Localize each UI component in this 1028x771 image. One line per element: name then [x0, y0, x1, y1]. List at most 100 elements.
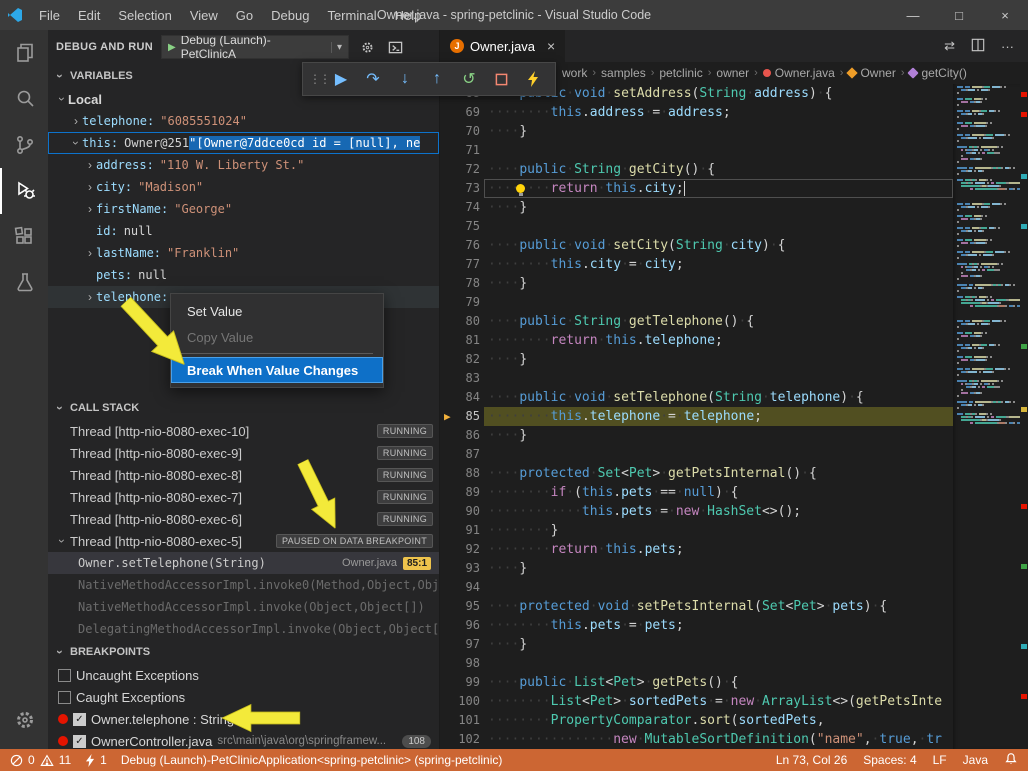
- menu-selection[interactable]: Selection: [109, 0, 180, 30]
- code-line-84[interactable]: 84····public·void·setTelephone(String·te…: [440, 388, 953, 407]
- code-line-85[interactable]: 85▶········this.telephone·=·telephone;: [440, 407, 953, 426]
- code-line-97[interactable]: 97····}: [440, 635, 953, 654]
- menu-item-set-value[interactable]: Set Value: [171, 298, 383, 324]
- maximize-button[interactable]: □: [936, 0, 982, 30]
- continue-button[interactable]: ▶: [327, 65, 355, 93]
- debug-console-panel-icon[interactable]: [385, 37, 405, 57]
- code-line-69[interactable]: 69········this.address·=·address;: [440, 103, 953, 122]
- debug-session-status[interactable]: Debug (Launch)-PetClinicApplication<spri…: [121, 753, 503, 767]
- debug-settings-gear-icon[interactable]: [357, 37, 377, 57]
- breadcrumb-item-owner[interactable]: Owner: [848, 66, 895, 80]
- code-line-78[interactable]: 78····}: [440, 274, 953, 293]
- variable-row-pets[interactable]: pets:null: [48, 264, 439, 286]
- start-debug-icon[interactable]: ▶: [168, 42, 176, 53]
- code-line-95[interactable]: 95····protected·void·setPetsInternal(Set…: [440, 597, 953, 616]
- code-line-93[interactable]: 93····}: [440, 559, 953, 578]
- variable-row-city[interactable]: ›city:"Madison": [48, 176, 439, 198]
- code-line-100[interactable]: 100········List<Pet>·sortedPets·=·new·Ar…: [440, 692, 953, 711]
- stack-frame[interactable]: NativeMethodAccessorImpl.invoke(Object,O…: [48, 596, 439, 618]
- code-line-79[interactable]: 79: [440, 293, 953, 312]
- menu-terminal[interactable]: Terminal: [318, 0, 385, 30]
- code-line-101[interactable]: 101········PropertyComparator.sort(sorte…: [440, 711, 953, 730]
- close-tab-icon[interactable]: ×: [547, 38, 555, 54]
- breadcrumb-item-ownerjava[interactable]: Owner.java: [763, 66, 835, 80]
- menu-edit[interactable]: Edit: [69, 0, 109, 30]
- breadcrumb-item-petclinic[interactable]: petclinic: [659, 66, 702, 80]
- code-line-86[interactable]: 86····}: [440, 426, 953, 445]
- code-line-90[interactable]: 90············this.pets·=·new·HashSet<>(…: [440, 502, 953, 521]
- code-line-96[interactable]: 96········this.pets·=·pets;: [440, 616, 953, 635]
- status-extra-indicator[interactable]: 1: [85, 753, 107, 767]
- breakpoint-row[interactable]: Caught Exceptions: [48, 686, 439, 708]
- call-stack-thread[interactable]: ›Thread [http-nio-8080-exec-5]PAUSED ON …: [48, 530, 439, 552]
- breadcrumb-item-owner[interactable]: owner: [716, 66, 749, 80]
- variable-row-address[interactable]: ›address:"110 W. Liberty St.": [48, 154, 439, 176]
- code-line-82[interactable]: 82····}: [440, 350, 953, 369]
- breakpoints-section-header[interactable]: › BREAKPOINTS: [48, 642, 439, 662]
- stack-frame[interactable]: NativeMethodAccessorImpl.invoke0(Method,…: [48, 574, 439, 596]
- breakpoint-checkbox[interactable]: ✓: [73, 735, 86, 748]
- code-line-75[interactable]: 75: [440, 217, 953, 236]
- breakpoint-checkbox[interactable]: ✓: [73, 713, 86, 726]
- lightbulb-icon[interactable]: [516, 184, 525, 193]
- source-control-icon[interactable]: [0, 122, 48, 168]
- breakpoint-row[interactable]: Uncaught Exceptions: [48, 664, 439, 686]
- tab-owner-java[interactable]: J Owner.java ×: [440, 30, 566, 62]
- close-button[interactable]: ×: [982, 0, 1028, 30]
- code-line-71[interactable]: 71: [440, 141, 953, 160]
- status-eol[interactable]: LF: [933, 753, 947, 767]
- hot-code-replace-icon[interactable]: [519, 65, 547, 93]
- breadcrumb-item-work[interactable]: work: [562, 66, 587, 80]
- step-out-button[interactable]: ↑: [423, 65, 451, 93]
- code-line-98[interactable]: 98: [440, 654, 953, 673]
- restart-button[interactable]: ↺: [455, 65, 483, 93]
- variable-row-this[interactable]: ›this:Owner@251 "[Owner@7ddce0cd id = [n…: [48, 132, 439, 154]
- status-cursor-position[interactable]: Ln 73, Col 26: [776, 753, 847, 767]
- call-stack-thread[interactable]: ›Thread [http-nio-8080-exec-8]RUNNING: [48, 464, 439, 486]
- code-line-70[interactable]: 70····}: [440, 122, 953, 141]
- code-line-94[interactable]: 94: [440, 578, 953, 597]
- variable-row-id[interactable]: id:null: [48, 220, 439, 242]
- step-into-button[interactable]: ↓: [391, 65, 419, 93]
- code-line-91[interactable]: 91········}: [440, 521, 953, 540]
- code-line-80[interactable]: 80····public·String·getTelephone()·{: [440, 312, 953, 331]
- breakpoint-checkbox[interactable]: [58, 669, 71, 682]
- call-stack-thread[interactable]: ›Thread [http-nio-8080-exec-10]RUNNING: [48, 420, 439, 442]
- variable-row-telephone[interactable]: ›telephone:"6085551024": [48, 110, 439, 132]
- status-language-mode[interactable]: Java: [963, 753, 988, 767]
- stop-button[interactable]: [487, 65, 515, 93]
- menu-view[interactable]: View: [181, 0, 227, 30]
- explorer-icon[interactable]: [0, 30, 48, 76]
- code-line-77[interactable]: 77········this.city·=·city;: [440, 255, 953, 274]
- call-stack-thread[interactable]: ›Thread [http-nio-8080-exec-9]RUNNING: [48, 442, 439, 464]
- run-and-debug-icon[interactable]: [0, 168, 48, 214]
- notifications-bell-icon[interactable]: [1004, 752, 1018, 769]
- menu-item-break-when-value-changes[interactable]: Break When Value Changes: [171, 357, 383, 383]
- stack-frame[interactable]: Owner.setTelephone(String)Owner.java85:1: [48, 552, 439, 574]
- status-indentation[interactable]: Spaces: 4: [863, 753, 916, 767]
- code-line-72[interactable]: 72····public·String·getCity()·{: [440, 160, 953, 179]
- menu-go[interactable]: Go: [227, 0, 262, 30]
- call-stack-thread[interactable]: ›Thread [http-nio-8080-exec-7]RUNNING: [48, 486, 439, 508]
- breadcrumb-item-samples[interactable]: samples: [601, 66, 646, 80]
- toolbar-drag-handle[interactable]: ⋮⋮: [309, 72, 323, 86]
- open-changes-icon[interactable]: ⇄: [944, 38, 955, 54]
- search-icon[interactable]: [0, 76, 48, 122]
- code-line-83[interactable]: 83: [440, 369, 953, 388]
- step-over-button[interactable]: ↷: [359, 65, 387, 93]
- breakpoint-checkbox[interactable]: [58, 691, 71, 704]
- breadcrumb-item-getcity[interactable]: getCity(): [909, 66, 966, 80]
- variable-row-firstName[interactable]: ›firstName:"George": [48, 198, 439, 220]
- variable-row-lastName[interactable]: ›lastName:"Franklin": [48, 242, 439, 264]
- more-actions-icon[interactable]: ···: [1001, 39, 1014, 54]
- code-line-74[interactable]: 74····}: [440, 198, 953, 217]
- launch-config-dropdown[interactable]: ▶ Debug (Launch)-PetClinicA ▾: [161, 35, 349, 59]
- code-line-99[interactable]: 99····public·List<Pet>·getPets()·{: [440, 673, 953, 692]
- extensions-icon[interactable]: [0, 214, 48, 260]
- menu-debug[interactable]: Debug: [262, 0, 318, 30]
- stack-frame[interactable]: DelegatingMethodAccessorImpl.invoke(Obje…: [48, 618, 439, 640]
- minimize-button[interactable]: —: [890, 0, 936, 30]
- problems-indicator[interactable]: 0 11: [10, 753, 71, 767]
- menu-file[interactable]: File: [30, 0, 69, 30]
- code-line-73[interactable]: 73········return·this.city;: [440, 179, 953, 198]
